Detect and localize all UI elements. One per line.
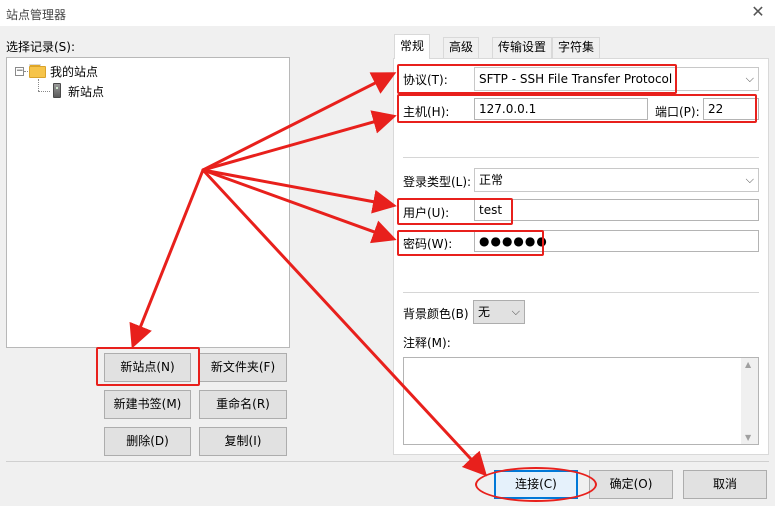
password-input[interactable]: ●●●●●● [474, 230, 759, 252]
window-title: 站点管理器 [6, 8, 67, 22]
protocol-label: 协议(T): [403, 73, 448, 87]
connect-button[interactable]: 连接(C) [494, 470, 578, 499]
port-input[interactable]: 22 [703, 98, 759, 120]
new-site-button[interactable]: 新站点(N) [104, 353, 191, 382]
protocol-select[interactable]: SFTP - SSH File Transfer Protocol ⌵ [474, 67, 759, 91]
scrollbar[interactable]: ▲ ▼ [741, 358, 758, 444]
comments-label: 注释(M): [403, 336, 451, 350]
collapse-toggle-icon[interactable]: − [15, 67, 24, 76]
new-bookmark-button[interactable]: 新建书签(M) [104, 390, 191, 419]
logon-type-label: 登录类型(L): [403, 175, 472, 189]
scroll-up-icon[interactable]: ▲ [745, 360, 751, 369]
tree-connector [38, 91, 50, 92]
tab-general[interactable]: 常规 [394, 34, 431, 59]
separator [403, 157, 759, 158]
ok-button[interactable]: 确定(O) [589, 470, 673, 499]
logon-type-select[interactable]: 正常 ⌵ [474, 168, 759, 192]
host-input[interactable]: 127.0.0.1 [474, 98, 648, 120]
comments-textarea[interactable]: ▲ ▼ [403, 357, 759, 445]
copy-button[interactable]: 复制(I) [199, 427, 287, 456]
separator [6, 461, 769, 462]
protocol-value: SFTP - SSH File Transfer Protocol [479, 72, 673, 86]
new-folder-button[interactable]: 新文件夹(F) [199, 353, 287, 382]
user-label: 用户(U): [403, 206, 450, 220]
server-icon [53, 83, 61, 98]
tab-transfer-settings[interactable]: 传输设置 [492, 37, 553, 58]
delete-button[interactable]: 删除(D) [104, 427, 191, 456]
tab-charset[interactable]: 字符集 [552, 37, 601, 58]
tree-item-new-site[interactable]: 新站点 [68, 83, 104, 100]
folder-icon [29, 64, 46, 78]
separator [403, 292, 759, 293]
cancel-button[interactable]: 取消 [683, 470, 767, 499]
chevron-down-icon: ⌵ [745, 72, 754, 85]
chevron-down-icon: ⌵ [511, 305, 520, 318]
tree-connector [38, 79, 39, 91]
password-label: 密码(W): [403, 237, 453, 251]
host-label: 主机(H): [403, 105, 450, 119]
close-icon[interactable]: ✕ [747, 2, 769, 22]
bg-color-select[interactable]: 无 ⌵ [473, 300, 525, 324]
site-tree[interactable]: − 我的站点 新站点 [6, 57, 290, 348]
user-input[interactable]: test [474, 199, 759, 221]
rename-button[interactable]: 重命名(R) [199, 390, 287, 419]
tab-advanced[interactable]: 高级 [443, 37, 480, 58]
scroll-down-icon[interactable]: ▼ [745, 433, 751, 442]
chevron-down-icon: ⌵ [745, 173, 754, 186]
port-label: 端口(P): [655, 105, 700, 119]
select-entry-label: 选择记录(S): [6, 40, 76, 54]
bg-color-value: 无 [478, 305, 491, 319]
tree-item-my-sites[interactable]: 我的站点 [50, 63, 98, 80]
logon-type-value: 正常 [479, 173, 504, 187]
bg-color-label: 背景颜色(B) [403, 307, 469, 321]
